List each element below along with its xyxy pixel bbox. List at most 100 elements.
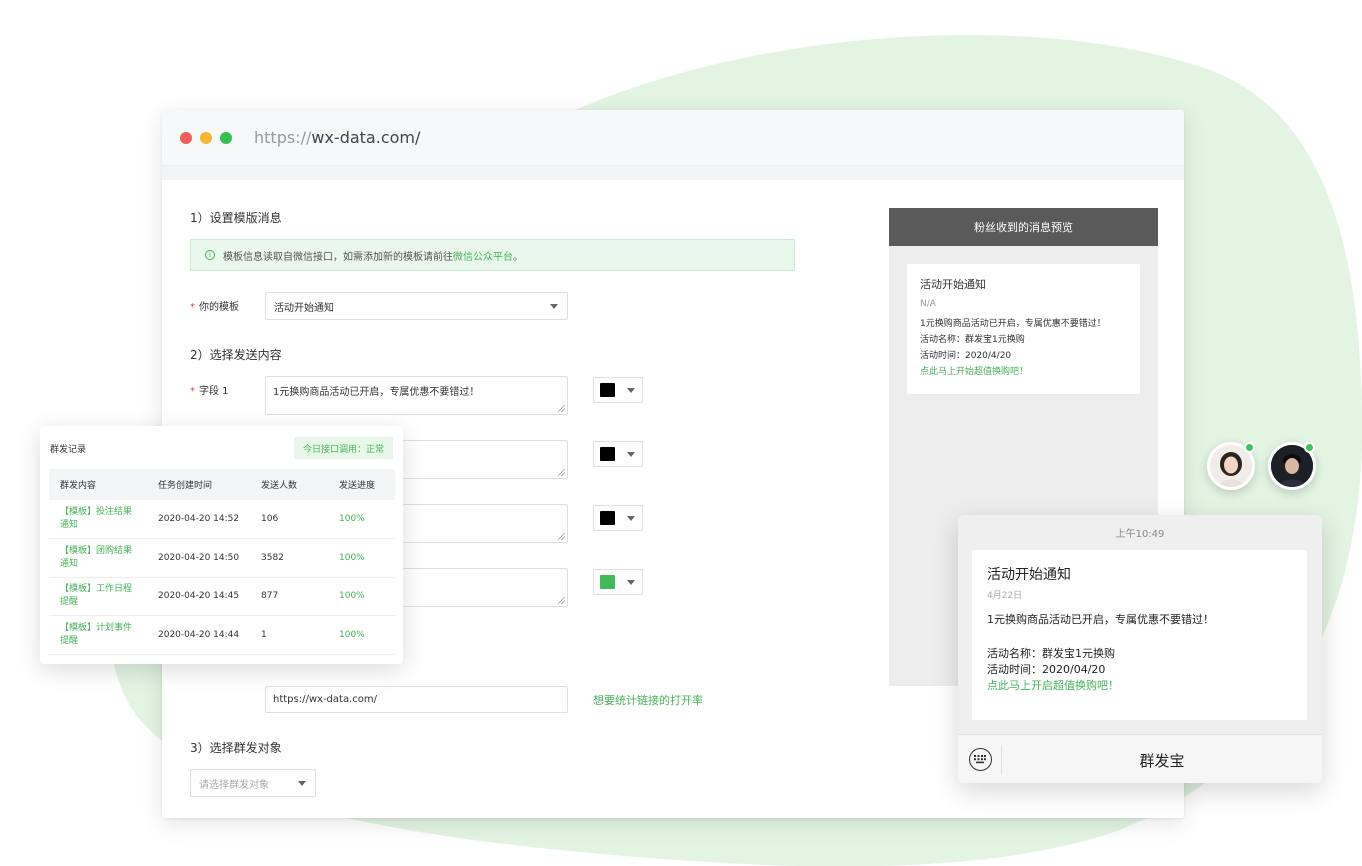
record-progress: 100% [328, 538, 395, 578]
url-protocol: https:// [254, 128, 312, 147]
link-url-value: https://wx-data.com/ [273, 694, 377, 705]
record-content-line-1: 【模板】计划事件 [60, 622, 133, 633]
records-title: 群发记录 [50, 445, 87, 455]
api-status-badge: 今日接口调用：正常 [293, 437, 393, 459]
phone-message-title: 活动开始通知 [987, 567, 1071, 583]
record-time: 2020-04-20 14:50 [147, 538, 250, 578]
record-content-link[interactable]: 【模板】计划事件 提醒 [49, 615, 147, 655]
table-row[interactable]: 【模板】工作日程 提醒 2020-04-20 14:45 877 100% [49, 577, 395, 616]
field-1-label: * 字段 1 [190, 382, 229, 397]
record-content-link[interactable]: 【模板】团购结果 通知 [49, 538, 147, 578]
color-swatch [600, 511, 615, 525]
phone-bottom-bar: 群发宝 [958, 734, 1322, 783]
online-status-dot [1244, 442, 1255, 453]
phone-message-cta[interactable]: 点此马上开启超值换购吧！ [987, 678, 1292, 694]
color-picker-1[interactable] [593, 377, 643, 403]
preview-cta-link[interactable]: 点此马上开始超值换购吧！ [920, 364, 1127, 380]
keyboard-icon[interactable] [969, 748, 992, 771]
account-name: 群发宝 [1139, 752, 1185, 770]
resize-grip-icon[interactable] [558, 405, 565, 412]
keyboard-glyph [974, 755, 986, 764]
notice-text: 模板信息读取自微信接口，如需添加新的模板请前往 [223, 251, 453, 263]
preview-line-2: 活动名称：群发宝1元换购 [920, 335, 1025, 345]
browser-toolbar: https://wx-data.com/ [162, 110, 1184, 166]
color-picker-2[interactable] [593, 441, 643, 467]
record-content-line-2: 通知 [60, 558, 79, 569]
field-1-textarea[interactable]: 1元换购商品活动已开启，专属优惠不要错过！ [265, 376, 568, 415]
phone-message-card[interactable]: 活动开始通知 4月22日 1元换购商品活动已开启，专属优惠不要错过！ 活动名称：… [972, 550, 1307, 720]
record-content-line-2: 提醒 [60, 597, 79, 608]
close-dot[interactable] [180, 131, 192, 144]
chevron-down-icon [298, 781, 306, 786]
notice-end: 。 [513, 251, 523, 263]
chevron-down-icon [627, 452, 635, 457]
preview-title: 活动开始通知 [920, 278, 986, 291]
audience-select-placeholder: 请选择群发对象 [199, 779, 269, 791]
resize-grip-icon[interactable] [558, 597, 565, 604]
preview-line-1: 1元换购商品活动已开启，专属优惠不要错过！ [920, 319, 1106, 329]
records-table: 群发内容 任务创建时间 发送人数 发送进度 【模板】投注结果 通知 2020-04… [49, 469, 395, 655]
phone-message-date: 4月22日 [987, 591, 1023, 601]
field-1-value: 1元换购商品活动已开启，专属优惠不要错过！ [273, 387, 480, 398]
preview-line-3: 活动时间：2020/4/20 [920, 351, 1012, 361]
template-select-value: 活动开始通知 [274, 302, 334, 314]
table-header-row: 群发内容 任务创建时间 发送人数 发送进度 [49, 469, 395, 500]
record-content-link[interactable]: 【模板】投注结果 通知 [49, 500, 147, 539]
phone-message-preview: 上午10:49 活动开始通知 4月22日 1元换购商品活动已开启，专属优惠不要错… [958, 515, 1322, 783]
record-count: 3582 [250, 538, 328, 578]
record-progress: 100% [328, 577, 395, 616]
record-content-line-1: 【模板】投注结果 [60, 507, 133, 517]
template-label-text: 你的模板 [199, 302, 239, 313]
column-header: 发送进度 [328, 469, 395, 500]
required-mark: * [190, 302, 195, 313]
record-progress: 100% [328, 615, 395, 655]
template-notice: i 模板信息读取自微信接口，如需添加新的模板请前往 微信公众平台。 [190, 239, 795, 271]
color-picker-3[interactable] [593, 505, 643, 531]
minimize-dot[interactable] [200, 131, 212, 144]
chevron-down-icon [627, 388, 635, 393]
column-header: 发送人数 [250, 469, 328, 500]
wechat-platform-link[interactable]: 微信公众平台 [453, 248, 513, 263]
template-label: * 你的模板 [190, 298, 239, 313]
record-count: 877 [250, 577, 328, 616]
browser-subbar [162, 166, 1184, 180]
resize-grip-icon[interactable] [558, 533, 565, 540]
section-1-title: 1）设置模版消息 [190, 211, 282, 225]
field-1-label-text: 字段 1 [199, 386, 229, 397]
record-content-line-1: 【模板】团购结果 [60, 545, 133, 556]
color-swatch [600, 447, 615, 461]
record-content-link[interactable]: 【模板】工作日程 提醒 [49, 577, 147, 616]
chevron-down-icon [627, 580, 635, 585]
record-count: 106 [250, 500, 328, 539]
record-content-line-1: 【模板】工作日程 [60, 584, 133, 595]
preview-date: N/A [920, 299, 936, 309]
section-2-title: 2）选择发送内容 [190, 348, 282, 362]
record-time: 2020-04-20 14:52 [147, 500, 250, 539]
phone-time: 上午10:49 [1115, 529, 1165, 540]
chevron-down-icon [627, 516, 635, 521]
color-picker-4[interactable] [593, 569, 643, 595]
preview-message-card: 活动开始通知 N/A 1元换购商品活动已开启，专属优惠不要错过！ 活动名称：群发… [907, 264, 1140, 394]
record-content-line-2: 通知 [60, 520, 79, 530]
template-select[interactable]: 活动开始通知 [265, 292, 568, 320]
phone-message-line-3: 活动时间：2020/04/20 [987, 663, 1106, 676]
audience-select[interactable]: 请选择群发对象 [190, 769, 316, 797]
track-open-rate-link[interactable]: 想要统计链接的打开率 [593, 692, 703, 708]
table-row[interactable]: 【模板】团购结果 通知 2020-04-20 14:50 3582 100% [49, 538, 395, 578]
chevron-down-icon [550, 304, 558, 309]
resize-grip-icon[interactable] [558, 469, 565, 476]
stage: https://wx-data.com/ 1）设置模版消息 i 模板信息读取自微… [0, 0, 1362, 866]
send-records-card: 群发记录 今日接口调用：正常 群发内容 任务创建时间 发送人数 发送进度 【模板… [40, 426, 403, 664]
record-content-line-2: 提醒 [60, 635, 79, 646]
url-host: wx-data.com/ [311, 128, 421, 147]
phone-message-line-2: 活动名称：群发宝1元换购 [987, 647, 1115, 660]
required-mark: * [190, 386, 195, 397]
table-row[interactable]: 【模板】计划事件 提醒 2020-04-20 14:44 1 100% [49, 615, 395, 655]
table-row[interactable]: 【模板】投注结果 通知 2020-04-20 14:52 106 100% [49, 500, 395, 539]
column-header: 任务创建时间 [147, 469, 250, 500]
record-time: 2020-04-20 14:44 [147, 615, 250, 655]
link-url-input[interactable]: https://wx-data.com/ [265, 686, 568, 713]
record-time: 2020-04-20 14:45 [147, 577, 250, 616]
maximize-dot[interactable] [220, 131, 232, 144]
address-bar[interactable]: https://wx-data.com/ [254, 128, 420, 147]
